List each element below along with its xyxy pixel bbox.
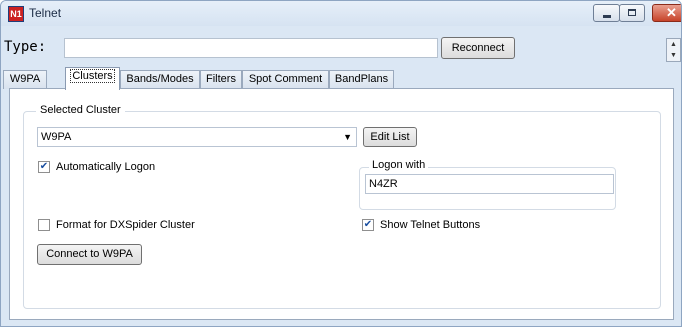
cluster-select[interactable]: W9PA ▼ (37, 127, 357, 147)
edit-list-button[interactable]: Edit List (363, 127, 417, 147)
minimize-button[interactable] (593, 4, 620, 22)
dxspider-checkbox[interactable] (38, 219, 50, 231)
show-telnet-buttons-label: Show Telnet Buttons (380, 219, 481, 231)
type-label: Type: (4, 39, 47, 55)
reconnect-button[interactable]: Reconnect (441, 37, 515, 59)
maximize-button[interactable] (619, 4, 645, 22)
scroll-up-icon[interactable]: ▲ (669, 40, 678, 49)
cluster-select-value: W9PA (41, 131, 72, 143)
auto-logon-label: Automatically Logon (56, 161, 156, 173)
show-telnet-buttons-checkbox[interactable]: ✔ (362, 219, 374, 231)
window-title: Telnet (29, 6, 62, 20)
tab-spot-comment[interactable]: Spot Comment (242, 70, 329, 89)
selected-cluster-label: Selected Cluster (36, 104, 125, 116)
tab-bands-modes[interactable]: Bands/Modes (120, 70, 200, 89)
tab-bandplans[interactable]: BandPlans (329, 70, 394, 89)
logon-callsign-field[interactable] (365, 174, 614, 194)
tab-w9pa[interactable]: W9PA (3, 70, 47, 89)
tab-filters[interactable]: Filters (200, 70, 242, 89)
command-scrollbar[interactable]: ▲ ▼ (666, 38, 681, 62)
close-button[interactable]: ✕ (652, 4, 681, 22)
tab-clusters[interactable]: Clusters (65, 67, 120, 90)
connect-button[interactable]: Connect to W9PA (37, 244, 142, 265)
command-input[interactable] (64, 38, 438, 58)
minimize-icon (603, 15, 611, 18)
scroll-down-icon[interactable]: ▼ (669, 51, 678, 60)
n1mm-app-icon: N1 (8, 6, 24, 22)
title-bar[interactable]: N1 Telnet ✕ (1, 1, 681, 26)
logon-with-label: Logon with (369, 159, 429, 171)
dropdown-arrow-icon[interactable]: ▼ (343, 128, 352, 146)
dxspider-label: Format for DXSpider Cluster (56, 219, 195, 231)
close-icon: ✕ (666, 5, 677, 20)
maximize-icon (628, 9, 636, 16)
telnet-window: N1 Telnet ✕ Type: Reconnect ▲ ▼ W9PA Clu… (0, 0, 682, 327)
auto-logon-checkbox[interactable]: ✔ (38, 161, 50, 173)
